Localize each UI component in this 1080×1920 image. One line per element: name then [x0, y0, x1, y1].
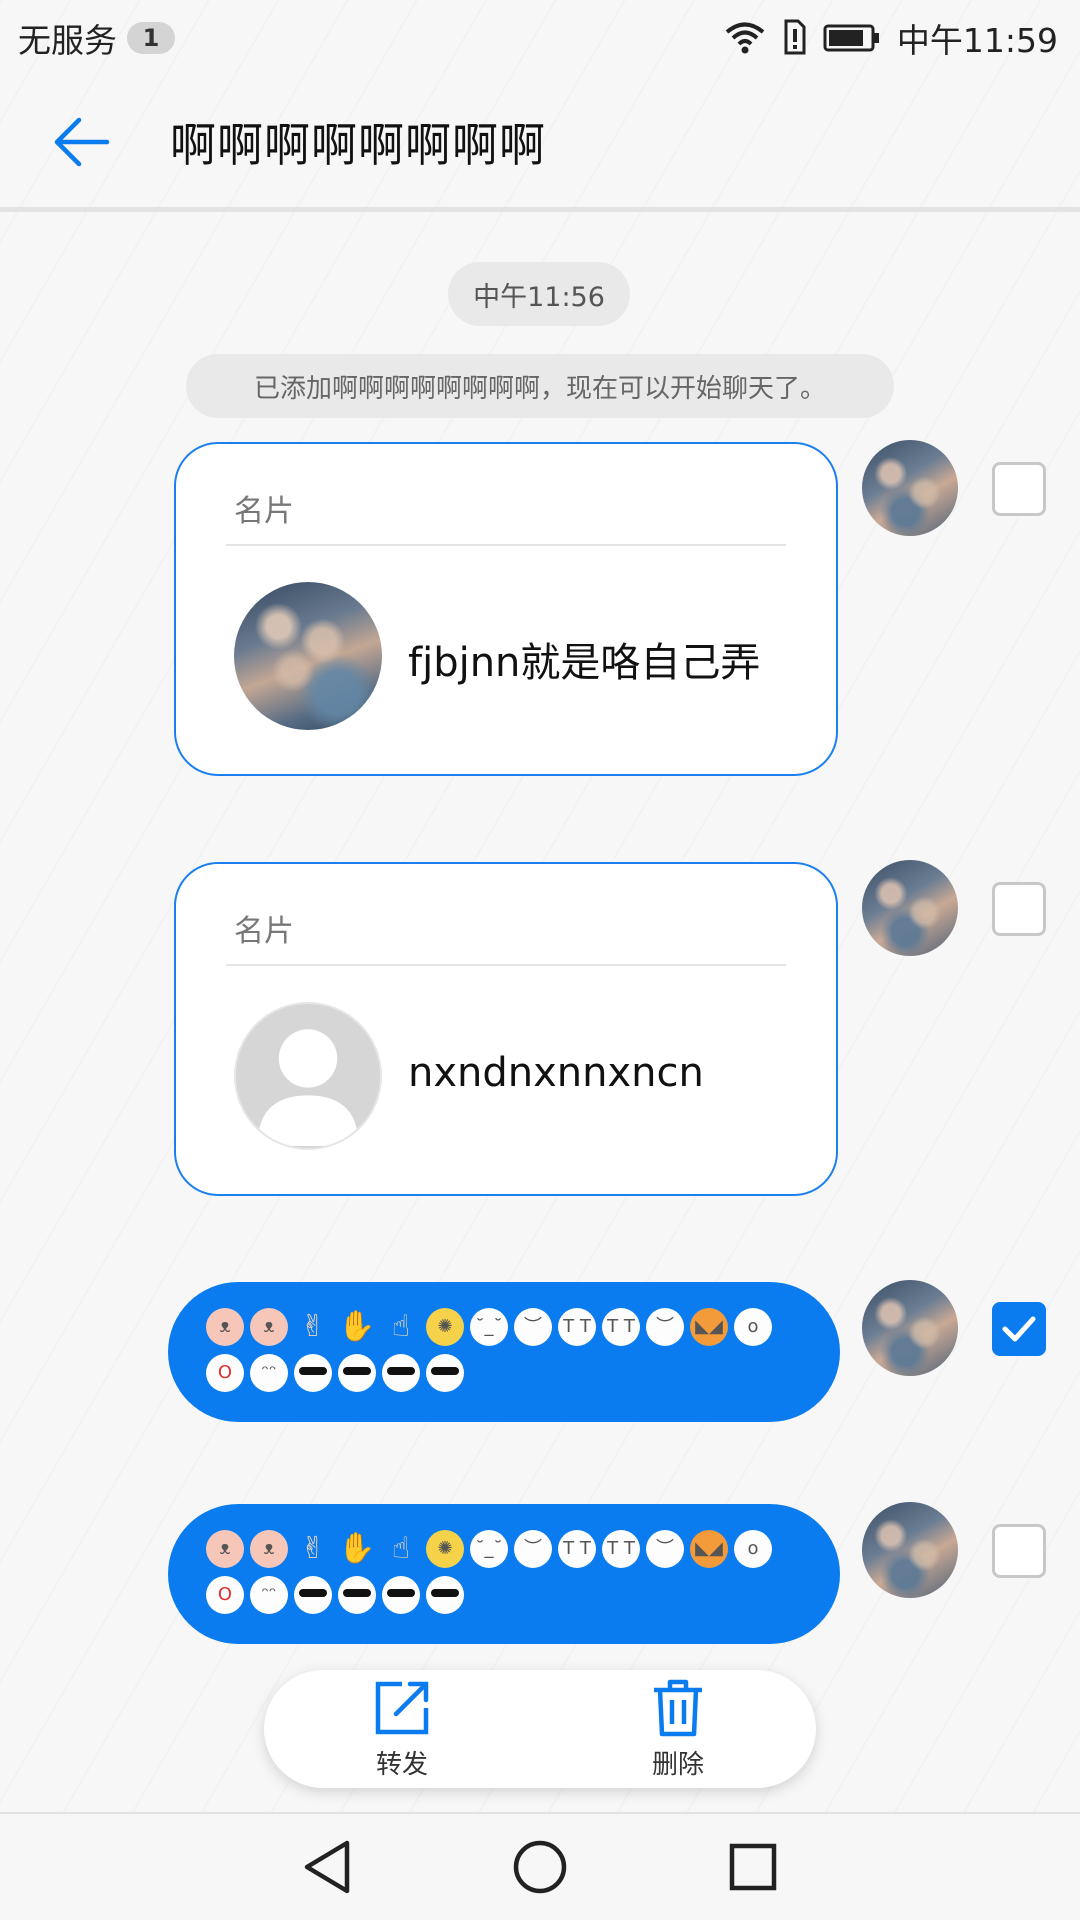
cool-bun-emoji-icon — [338, 1576, 376, 1614]
carrier-text: 无服务 — [18, 21, 117, 60]
battery-icon — [823, 23, 881, 53]
contact-card-message[interactable]: 名片 fjbjnn就是咯自己弄 — [174, 442, 838, 776]
nav-back-button[interactable] — [295, 1835, 359, 1899]
status-bar: 无服务 1 中午11:59 — [0, 0, 1080, 76]
emoji-message-bubble[interactable]: ᴥ ᴥ ✌ ✋ ☝ ✺ ˘_˘ ︶ T T T T ︶ ◣◢ o O ᵔᵔ — [168, 1282, 840, 1422]
wifi-icon — [725, 21, 765, 55]
shocked-bun-emoji-icon: O — [206, 1354, 244, 1392]
rock-hand-emoji-icon: ✋ — [338, 1531, 376, 1566]
crying-bun-emoji-icon: T T — [558, 1530, 596, 1568]
sender-avatar[interactable] — [862, 1502, 958, 1598]
bun-emoji-icon: ︶ — [514, 1308, 552, 1346]
rock-hand-emoji-icon: ✋ — [338, 1309, 376, 1344]
card-label: 名片 — [234, 914, 294, 949]
status-right: 中午11:59 — [725, 14, 1058, 62]
angry-emoji-icon: ◣◢ — [690, 1530, 728, 1568]
select-checkbox[interactable] — [992, 1524, 1046, 1578]
contact-avatar — [234, 582, 382, 730]
status-time: 中午11:59 — [896, 21, 1058, 60]
card-divider — [226, 544, 786, 546]
surprised-bun-emoji-icon: o — [734, 1530, 772, 1568]
angry-emoji-icon: ◣◢ — [690, 1308, 728, 1346]
forward-label: 转发 — [375, 1749, 428, 1780]
cool-bun-emoji-icon — [382, 1576, 420, 1614]
bun-emoji-icon: ˘_˘ — [470, 1308, 508, 1346]
cool-bun-emoji-icon — [426, 1354, 464, 1392]
selection-action-bar: 转发 删除 — [264, 1670, 816, 1788]
burst-emoji-icon: ✺ — [426, 1530, 464, 1568]
card-divider — [226, 964, 786, 966]
pig-emoji-icon: ᴥ — [250, 1530, 288, 1568]
contact-name: fjbjnn就是咯自己弄 — [408, 640, 761, 686]
cool-bun-emoji-icon — [294, 1354, 332, 1392]
system-note: 已添加啊啊啊啊啊啊啊啊，现在可以开始聊天了。 — [186, 354, 894, 418]
page-title: 啊啊啊啊啊啊啊啊 — [170, 117, 546, 172]
nav-recents-icon — [730, 1843, 777, 1891]
bun-emoji-icon: ︶ — [646, 1308, 684, 1346]
sender-avatar[interactable] — [862, 440, 958, 536]
burst-emoji-icon: ✺ — [426, 1308, 464, 1346]
back-button[interactable] — [40, 101, 122, 183]
nav-back-icon — [304, 1840, 349, 1894]
card-label: 名片 — [234, 494, 294, 529]
pig-emoji-icon: ᴥ — [206, 1308, 244, 1346]
delete-button[interactable]: 删除 — [598, 1678, 758, 1781]
cool-bun-emoji-icon — [294, 1576, 332, 1614]
bun-emoji-icon: ᵔᵔ — [250, 1354, 288, 1392]
victory-hand-emoji-icon: ✌ — [300, 1531, 326, 1566]
select-checkbox-checked[interactable] — [992, 1302, 1046, 1356]
cool-bun-emoji-icon — [426, 1576, 464, 1614]
select-checkbox[interactable] — [992, 882, 1046, 936]
crying-bun-emoji-icon: T T — [602, 1530, 640, 1568]
select-checkbox[interactable] — [992, 462, 1046, 516]
bun-emoji-icon: ︶ — [514, 1530, 552, 1568]
pig-emoji-icon: ᴥ — [250, 1308, 288, 1346]
forward-button[interactable]: 转发 — [322, 1678, 482, 1781]
emoji-row: ᴥ ᴥ ✌ ✋ ☝ ✺ ˘_˘ ︶ T T T T ︶ ◣◢ o — [206, 1304, 810, 1350]
victory-hand-emoji-icon: ✌ — [300, 1309, 326, 1344]
chat-header: 啊啊啊啊啊啊啊啊 — [0, 76, 1080, 212]
shocked-bun-emoji-icon: O — [206, 1576, 244, 1614]
bun-emoji-icon: ︶ — [646, 1530, 684, 1568]
sender-avatar[interactable] — [862, 860, 958, 956]
system-nav-bar — [0, 1812, 1080, 1920]
surprised-bun-emoji-icon: o — [734, 1308, 772, 1346]
share-icon — [375, 1681, 429, 1734]
alert-icon — [781, 19, 807, 57]
status-left: 无服务 1 — [18, 14, 175, 62]
nav-recents-button[interactable] — [721, 1835, 785, 1899]
checkmark-icon — [1002, 1316, 1036, 1342]
default-avatar-icon — [234, 1002, 382, 1150]
nav-home-icon — [513, 1840, 567, 1894]
sender-avatar[interactable] — [862, 1280, 958, 1376]
pointing-hand-emoji-icon: ☝ — [391, 1309, 411, 1344]
emoji-message-bubble[interactable]: ᴥ ᴥ ✌ ✋ ☝ ✺ ˘_˘ ︶ T T T T ︶ ◣◢ o O ᵔᵔ — [168, 1504, 840, 1644]
emoji-row: O ᵔᵔ — [206, 1572, 810, 1618]
chat-multiselect-screen: 无服务 1 中午11:59 啊啊啊啊啊啊啊啊 中午11:56 已添加啊啊啊啊啊啊… — [0, 0, 1080, 1920]
bun-emoji-icon: ˘_˘ — [470, 1530, 508, 1568]
emoji-row: O ᵔᵔ — [206, 1350, 810, 1396]
pointing-hand-emoji-icon: ☝ — [391, 1531, 411, 1566]
cool-bun-emoji-icon — [382, 1354, 420, 1392]
delete-label: 删除 — [651, 1749, 704, 1780]
nav-home-button[interactable] — [508, 1835, 572, 1899]
crying-bun-emoji-icon: T T — [558, 1308, 596, 1346]
back-arrow-icon — [54, 117, 110, 166]
contact-name: nxndnxnnxncn — [408, 1050, 704, 1096]
crying-bun-emoji-icon: T T — [602, 1308, 640, 1346]
contact-card-message[interactable]: 名片 nxndnxnnxncn — [174, 862, 838, 1196]
emoji-row: ᴥ ᴥ ✌ ✋ ☝ ✺ ˘_˘ ︶ T T T T ︶ ◣◢ o — [206, 1526, 810, 1572]
cool-bun-emoji-icon — [338, 1354, 376, 1392]
trash-icon — [654, 1679, 702, 1736]
timestamp-pill: 中午11:56 — [448, 262, 630, 326]
sim-badge: 1 — [127, 22, 175, 54]
bun-emoji-icon: ᵔᵔ — [250, 1576, 288, 1614]
pig-emoji-icon: ᴥ — [206, 1530, 244, 1568]
